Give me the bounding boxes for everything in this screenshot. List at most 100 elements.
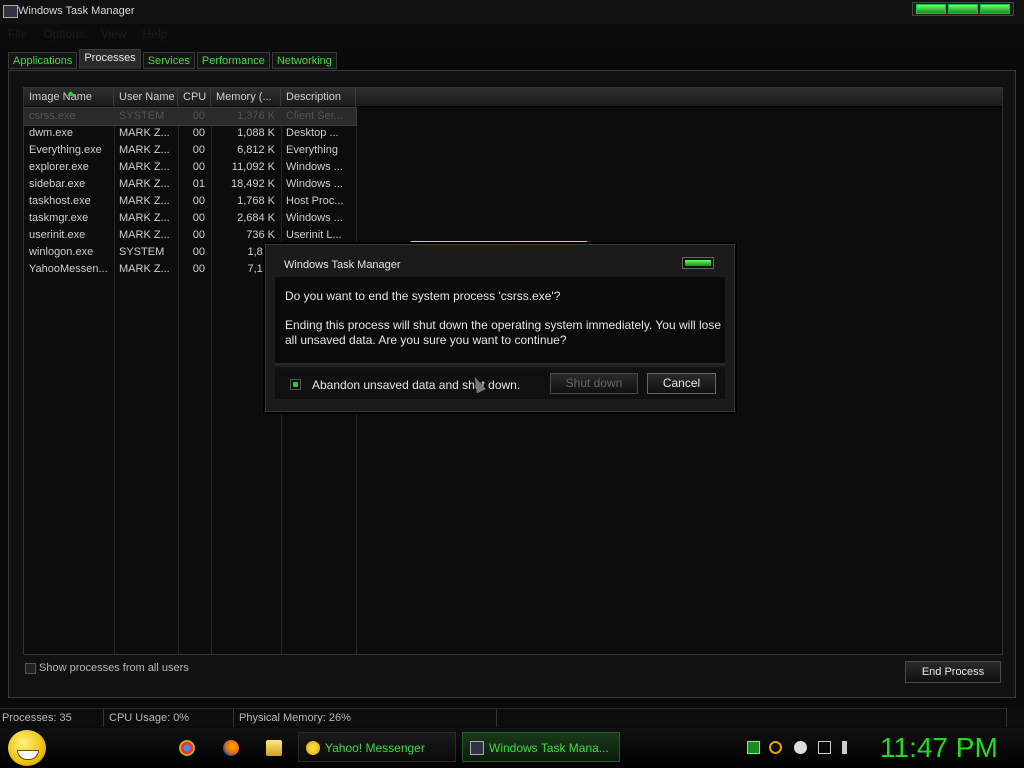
cell-cpu: 00 [192, 110, 205, 122]
table-row[interactable]: csrss.exe SYSTEM 00 1,376 K Client Ser... [24, 107, 357, 126]
column-user-name[interactable]: User Name [114, 88, 178, 106]
table-row[interactable]: dwm.exe MARK Z... 00 1,088 K Desktop ... [24, 125, 356, 142]
cell-description: Client Ser... [286, 110, 343, 122]
table-row[interactable]: userinit.exe MARK Z... 00 736 K Userinit L..… [24, 227, 356, 244]
task-manager-icon [3, 5, 18, 18]
cell-description: Userinit L... [286, 229, 342, 241]
cell-image-name: csrss.exe [29, 110, 76, 122]
tab-processes[interactable]: Processes [79, 49, 141, 69]
volume-icon[interactable] [842, 741, 855, 754]
cell-cpu: 00 [192, 127, 205, 139]
taskbar-label: Windows Task Mana... [489, 741, 609, 755]
cell-image-name: explorer.exe [29, 161, 89, 173]
cell-memory: 2,684 K [237, 212, 275, 224]
cell-cpu: 00 [192, 246, 205, 258]
abandon-data-label: Abandon unsaved data and shut down. [312, 378, 521, 392]
cell-description: Everything [286, 144, 338, 156]
status-cpu: CPU Usage: 0% [104, 708, 234, 727]
tab-performance[interactable]: Performance [196, 52, 270, 69]
status-memory: Physical Memory: 26% [234, 708, 497, 727]
cell-cpu: 00 [192, 229, 205, 241]
show-all-processes[interactable]: Show processes from all users [25, 662, 189, 674]
column-label: Image Name [29, 91, 92, 103]
tab-strip: Applications Processes Services Performa… [8, 49, 337, 70]
close-button[interactable] [980, 4, 1010, 14]
cell-user-name: MARK Z... [119, 178, 170, 190]
end-process-dialog: Windows Task Manager Do you want to end … [265, 244, 735, 412]
tab-networking[interactable]: Networking [271, 52, 337, 69]
cancel-button[interactable]: Cancel [647, 373, 716, 394]
cell-memory: 1,088 K [237, 127, 275, 139]
chrome-icon[interactable] [179, 740, 195, 756]
list-header: Image Name User Name CPU Memory (... Des… [24, 88, 356, 106]
shut-down-button[interactable]: Shut down [550, 373, 638, 394]
cell-cpu: 00 [192, 263, 205, 275]
cell-user-name: MARK Z... [119, 127, 170, 139]
column-description[interactable]: Description [281, 88, 356, 106]
status-bar: Processes: 35 CPU Usage: 0% Physical Mem… [0, 708, 1024, 727]
menu-view[interactable]: View [101, 25, 127, 43]
check-mark-icon [293, 382, 298, 387]
cell-cpu: 00 [192, 212, 205, 224]
minus-icon[interactable] [794, 741, 807, 754]
abandon-data-checkbox[interactable] [290, 379, 301, 390]
taskbar-clock[interactable]: 11:47 PM [880, 732, 998, 764]
cell-memory: 11,092 K [231, 161, 275, 173]
status-empty [497, 708, 1007, 727]
cell-user-name: MARK Z... [119, 263, 170, 275]
table-row[interactable]: taskmgr.exe MARK Z... 00 2,684 K Windows ... [24, 210, 356, 227]
column-image-name[interactable]: Image Name [24, 88, 114, 106]
menu-options[interactable]: Options [43, 25, 84, 43]
dialog-close-button[interactable] [682, 257, 714, 269]
dialog-question: Do you want to end the system process 'c… [285, 289, 561, 303]
dialog-message: Ending this process will shut down the o… [285, 318, 721, 347]
taskbar-yahoo-messenger[interactable]: Yahoo! Messenger [298, 732, 456, 762]
column-memory[interactable]: Memory (... [211, 88, 281, 106]
cell-user-name: SYSTEM [119, 246, 165, 258]
firefox-icon[interactable] [223, 740, 239, 756]
taskbar-task-manager[interactable]: Windows Task Mana... [462, 732, 620, 762]
table-row[interactable]: Everything.exe MARK Z... 00 6,812 K Everythi… [24, 142, 356, 159]
green-square-icon[interactable] [747, 741, 760, 754]
cell-user-name: SYSTEM [119, 110, 165, 122]
cell-description: Host Proc... [286, 195, 344, 207]
start-button[interactable] [8, 730, 46, 766]
maximize-button[interactable] [948, 4, 978, 14]
cell-description: Windows ... [286, 212, 343, 224]
search-icon[interactable] [769, 741, 782, 754]
folder-icon[interactable] [266, 740, 282, 756]
tab-applications[interactable]: Applications [8, 52, 78, 69]
menu-help[interactable]: Help [143, 25, 168, 43]
end-process-button[interactable]: End Process [905, 661, 1001, 683]
show-all-checkbox[interactable] [25, 662, 36, 674]
status-processes: Processes: 35 [0, 708, 104, 727]
cell-image-name: dwm.exe [29, 127, 74, 139]
task-manager-icon [470, 741, 484, 755]
window-title: Windows Task Manager [18, 5, 135, 17]
minimize-button[interactable] [916, 4, 946, 14]
table-row[interactable]: explorer.exe MARK Z... 00 11,092 K Windows .… [24, 159, 356, 176]
cell-memory: 6,812 K [237, 144, 275, 156]
column-cpu[interactable]: CPU [178, 88, 211, 106]
tab-services[interactable]: Services [142, 52, 195, 69]
cell-user-name: MARK Z... [119, 229, 170, 241]
dialog-body: Do you want to end the system process 'c… [275, 277, 725, 369]
menu-file[interactable]: File [8, 25, 27, 43]
cell-cpu: 00 [192, 144, 205, 156]
cell-memory: 1,768 K [237, 195, 275, 207]
table-row[interactable]: sidebar.exe MARK Z... 01 18,492 K Windows ..… [24, 176, 356, 193]
cell-image-name: winlogon.exe [29, 246, 94, 258]
cell-image-name: taskmgr.exe [29, 212, 89, 224]
cell-memory: 1,376 K [237, 110, 275, 122]
cell-image-name: YahooMessen... [29, 263, 108, 275]
cell-image-name: sidebar.exe [29, 178, 86, 190]
taskbar-label: Yahoo! Messenger [325, 741, 425, 755]
menu-bar: File Options View Help [0, 25, 1024, 43]
table-row[interactable]: taskhost.exe MARK Z... 00 1,768 K Host Proc.… [24, 193, 356, 210]
network-icon[interactable] [818, 741, 831, 754]
window-controls[interactable] [912, 2, 1014, 16]
sort-ascending-icon [67, 91, 75, 96]
cell-description: Windows ... [286, 161, 343, 173]
cell-description: Desktop ... [286, 127, 339, 139]
cell-image-name: userinit.exe [29, 229, 86, 241]
